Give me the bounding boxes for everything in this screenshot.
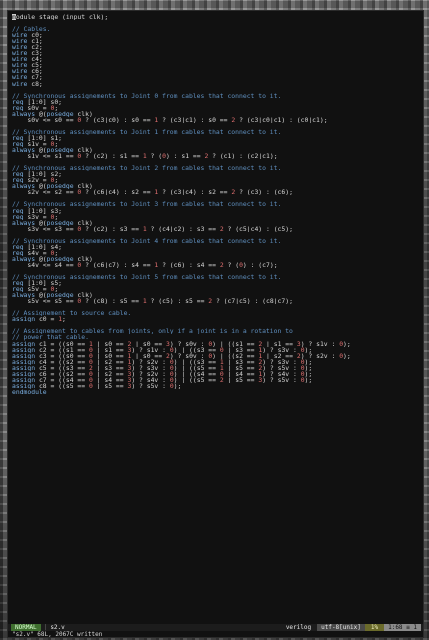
code-buffer[interactable]: module stage (input clk); // Cables. wire…	[12, 14, 421, 395]
encoding-label: utf-8[unix]	[317, 624, 365, 631]
code-token-text: ? (c6|c7) : s4 ==	[81, 261, 155, 268]
code-token-text: s2v <= s2 ==	[12, 189, 78, 196]
cursor-position: 1:68 ≡ 1	[384, 624, 421, 631]
scroll-percent: 1%	[364, 624, 385, 631]
code-token-text: c8;	[27, 80, 43, 87]
code-token-keyword: endmodule	[12, 388, 47, 395]
command-line-message: "s2.v" 68L, 2067C written	[12, 631, 103, 638]
code-token-text: ? (c6) : s4 ==	[158, 261, 220, 268]
code-token-text: );	[343, 352, 351, 359]
code-token-text: ;	[62, 316, 66, 323]
code-token-text: ? (c5) : s5 ==	[146, 298, 209, 305]
code-token-text: ? (c3|c4) : s2 ==	[158, 189, 232, 196]
code-token-text: ? (c6|c4) : s2 ==	[81, 189, 155, 196]
code-token-text: ? (	[146, 153, 163, 160]
code-token-text: ) ? s5v :	[131, 382, 170, 389]
code-token-text: );	[173, 382, 182, 389]
code-token-text: s3v <= s3 ==	[12, 225, 78, 232]
code-token-text: ? (c5|c4) : (c5);	[223, 225, 293, 232]
code-token-text: ? (c3|c0) : s0 ==	[81, 116, 155, 123]
code-token-text: odule stage (input clk);	[15, 14, 109, 21]
code-token-text: ? (c8) : s5 ==	[81, 298, 143, 305]
code-token-text: ) : s1 ==	[165, 153, 205, 160]
code-token-text: | s5 ==	[223, 376, 259, 383]
code-token-text: ) ? s5v :	[262, 376, 301, 383]
filetype-label: verilog	[285, 624, 312, 631]
code-token-text: ) : (c7);	[242, 261, 278, 268]
terminal-window[interactable]: module stage (input clk); // Cables. wire…	[7, 10, 424, 638]
code-token-text: s4v <= s4 ==	[12, 261, 78, 268]
status-separator: |	[43, 624, 48, 631]
code-token-text: s1v <= s1 ==	[12, 153, 78, 160]
code-token-text: ? (c1) : (c2|c1);	[208, 153, 278, 160]
code-token-text: c0 =	[35, 316, 59, 323]
mode-indicator: NORMAL	[11, 624, 41, 631]
code-token-text: ? (c3|c1) : s0 ==	[158, 116, 232, 123]
code-token-text: ? (c7|c5) : (c8|c7);	[212, 298, 293, 305]
code-token-text: ? (c2) : s3 ==	[81, 225, 143, 232]
code-token-text: );	[304, 376, 313, 383]
code-token-text: ? (	[223, 261, 240, 268]
status-right-section: verilog utf-8[unix] 1% 1:68 ≡ 1	[280, 624, 421, 631]
code-line[interactable]: endmodule	[12, 389, 421, 395]
code-token-text: ? (c3) : (c6);	[235, 189, 293, 196]
code-token-text: s0v <= s0 ==	[12, 116, 78, 123]
code-token-text: s5v <= s5 ==	[12, 298, 78, 305]
code-token-text: );	[343, 340, 351, 347]
code-token-text: | s5 ==	[92, 382, 128, 389]
code-token-text: ? (c2) : s1 ==	[81, 153, 143, 160]
filename-label: s2.v	[50, 624, 65, 631]
status-line: NORMAL | s2.v verilog utf-8[unix] 1% 1:68 ≡ 1	[8, 624, 423, 631]
code-token-text: ? (c4|c2) : s3 ==	[146, 225, 220, 232]
code-token-text: ? (c3|c0|c1) : (c0|c1);	[235, 116, 328, 123]
